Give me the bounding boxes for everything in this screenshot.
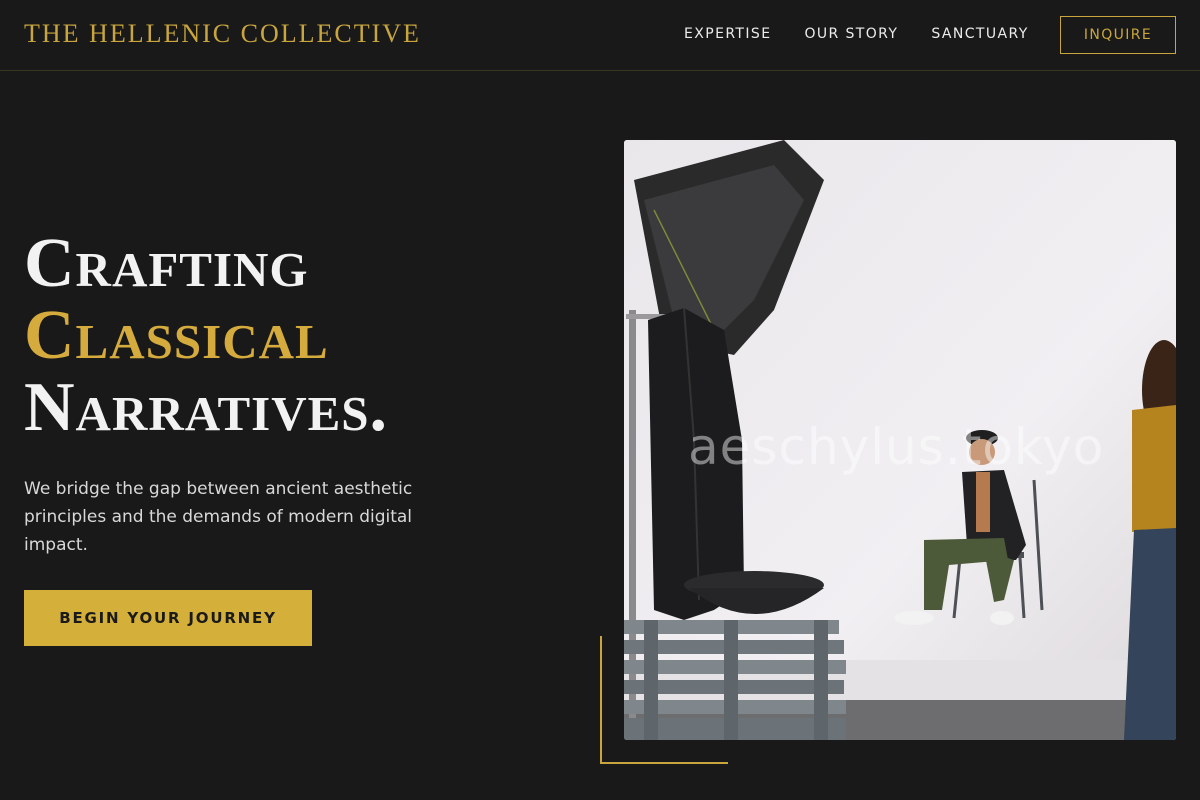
nav-link-expertise[interactable]: EXPERTISE [684,26,771,42]
nav-links: EXPERTISE OUR STORY SANCTUARY [684,26,1062,42]
headline-line-crafting: Crafting [24,225,309,302]
nav-link-sanctuary[interactable]: SANCTUARY [931,26,1028,42]
hero-subtitle: We bridge the gap between ancient aesthe… [24,479,413,555]
begin-journey-button[interactable]: BEGIN YOUR JOURNEY [24,590,312,646]
page: THE HELLENIC COLLECTIVE EXPERTISE OUR ST… [0,0,1200,800]
headline-line-narratives: Narratives. [24,369,389,446]
top-navigation: THE HELLENIC COLLECTIVE EXPERTISE OUR ST… [0,0,1200,71]
hero-headline: Crafting Classical Narratives. [24,228,388,444]
image-watermark: aeschylus.tokyo [688,418,1105,476]
nav-link-our-story[interactable]: OUR STORY [804,26,898,42]
headline-line-classical: Classical [24,297,329,374]
inquire-button[interactable]: INQUIRE [1060,16,1176,54]
brand-logo[interactable]: THE HELLENIC COLLECTIVE [24,19,421,49]
